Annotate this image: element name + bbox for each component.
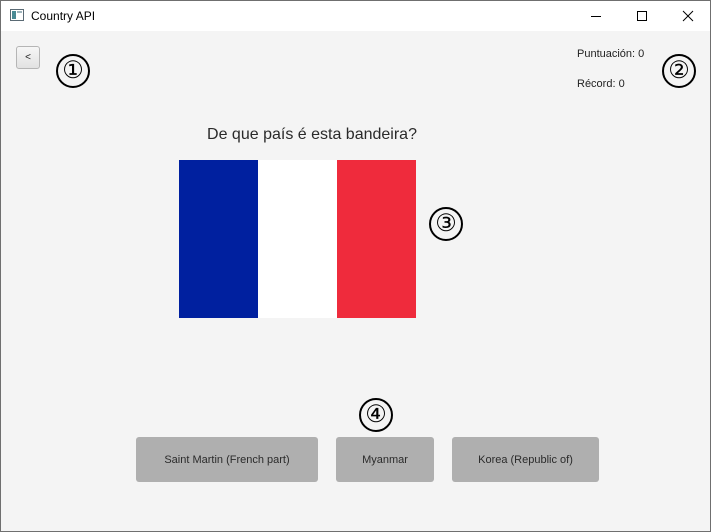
minimize-icon [591, 16, 601, 17]
answer-button-korea[interactable]: Korea (Republic of) [452, 437, 599, 482]
callout-4: ④ [359, 398, 393, 432]
maximize-button[interactable] [619, 1, 665, 31]
record-label: Récord: 0 [577, 78, 625, 90]
callout-1: ① [56, 54, 90, 88]
score-label: Puntuación: 0 [577, 48, 645, 60]
back-button[interactable]: < [16, 46, 40, 69]
callout-3: ③ [429, 207, 463, 241]
answer-button-myanmar[interactable]: Myanmar [336, 437, 434, 482]
title-bar[interactable]: Country API [1, 1, 710, 31]
flag-image [179, 160, 416, 318]
flag-stripe-red [337, 160, 416, 318]
minimize-button[interactable] [573, 1, 619, 31]
window-app-icon [10, 9, 24, 21]
window-title: Country API [31, 9, 96, 23]
flag-stripe-blue [179, 160, 258, 318]
flag-stripe-white [258, 160, 337, 318]
close-button[interactable] [665, 1, 711, 31]
question-text: De que país é esta bandeira? [207, 126, 417, 143]
answer-button-saint-martin[interactable]: Saint Martin (French part) [136, 437, 318, 482]
app-window: Country API < ① Puntuación: 0 Récord: 0 … [0, 0, 711, 532]
callout-2: ② [662, 54, 696, 88]
close-icon [682, 10, 694, 22]
maximize-icon [637, 11, 647, 21]
